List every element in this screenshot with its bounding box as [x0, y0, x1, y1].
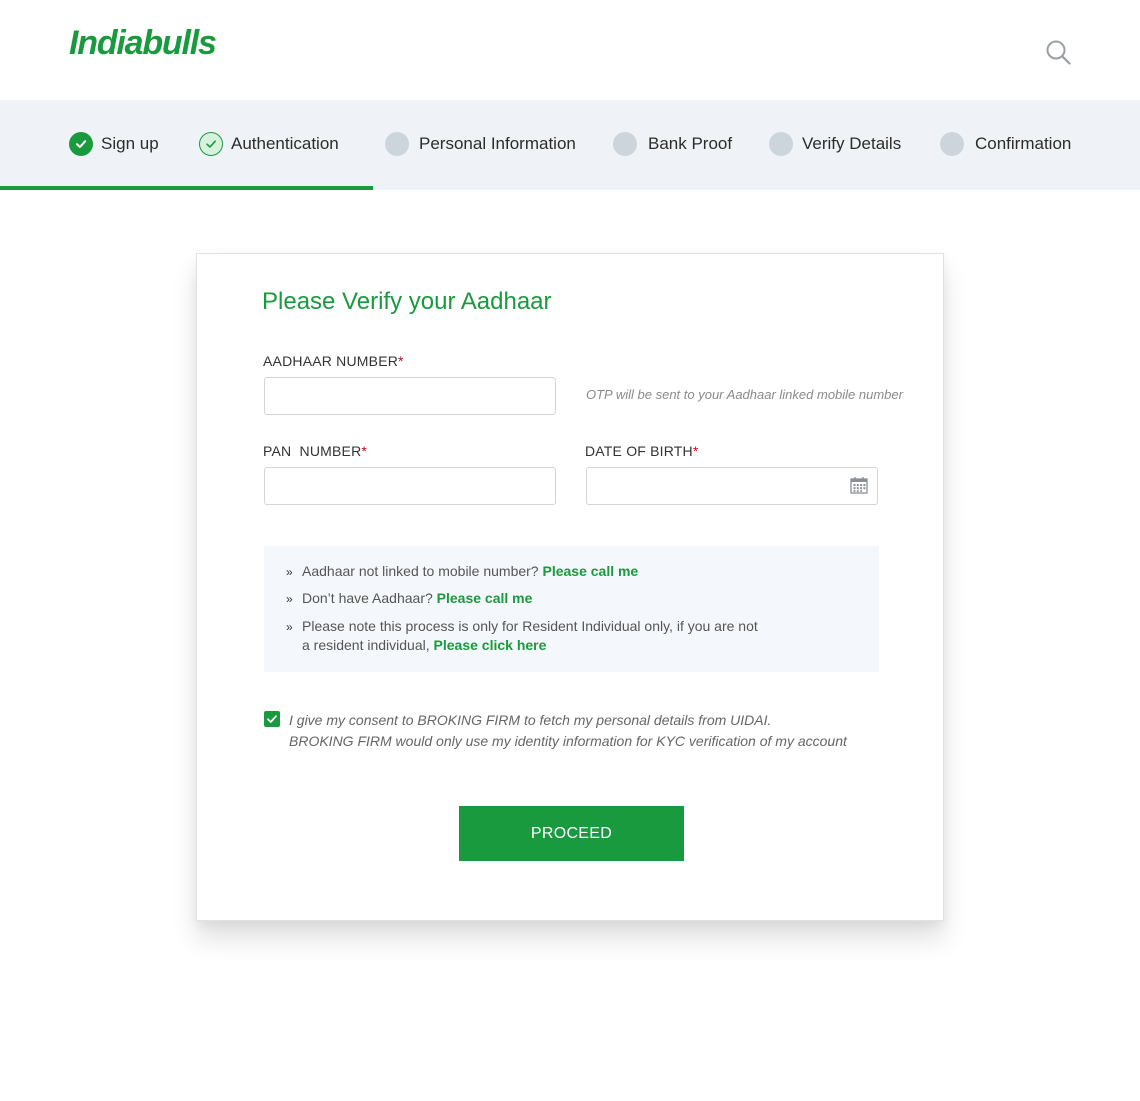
date-of-birth-input[interactable] [586, 467, 878, 505]
progress-fill [0, 186, 373, 190]
aadhaar-verify-card: Please Verify your Aadhaar AADHAAR NUMBE… [196, 253, 944, 921]
step-label: Verify Details [802, 134, 902, 153]
consent-line: BROKING FIRM would only use my identity … [289, 733, 847, 749]
pan-number-input[interactable] [264, 467, 556, 505]
step-label: Sign up [101, 134, 159, 153]
step-confirmation[interactable]: Confirmation [940, 132, 1071, 156]
please-call-me-link[interactable]: Please call me [437, 590, 533, 606]
please-click-here-link[interactable]: Please click here [434, 637, 547, 653]
step-label: Bank Proof [648, 134, 733, 153]
consent-checkbox[interactable] [264, 711, 280, 727]
step-label: Confirmation [975, 134, 1072, 153]
step-label: Authentication [231, 134, 339, 153]
progress-track [0, 186, 1140, 190]
info-row-not-linked: » Aadhaar not linked to mobile number? Pl… [286, 562, 638, 582]
step-pending-dot [769, 132, 793, 156]
step-pending-dot [613, 132, 637, 156]
step-label: Personal Information [419, 134, 576, 153]
pan-number-label: PAN NUMBER* [263, 443, 368, 459]
date-of-birth-label: DATE OF BIRTH* [585, 443, 699, 459]
otp-hint: OTP will be sent to your Aadhaar linked … [586, 387, 903, 402]
step-bank-proof[interactable]: Bank Proof [613, 132, 732, 156]
step-sign-up[interactable]: Sign up [69, 132, 159, 156]
double-chevron-icon: » [286, 565, 293, 579]
info-row-resident-note: » Please note this process is only for Re… [286, 617, 758, 637]
info-row-no-aadhaar: » Don’t have Aadhaar? Please call me [286, 589, 532, 609]
calendar-icon[interactable] [850, 476, 868, 494]
step-pending-dot [385, 132, 409, 156]
info-box: » Aadhaar not linked to mobile number? Pl… [264, 546, 879, 672]
required-mark: * [398, 353, 404, 369]
progress-stepper: Sign up Authentication Personal Informat… [0, 100, 1140, 190]
aadhaar-number-input[interactable] [264, 377, 556, 415]
double-chevron-icon: » [286, 592, 293, 606]
step-verify-details[interactable]: Verify Details [769, 132, 901, 156]
required-mark: * [692, 443, 699, 459]
page-title: Please Verify your Aadhaar [262, 288, 552, 315]
brand-logo[interactable]: Indiabulls [69, 24, 217, 63]
step-authentication[interactable]: Authentication [199, 132, 339, 156]
consent-line: I give my consent to BROKING FIRM to fet… [289, 712, 772, 728]
consent-text: I give my consent to BROKING FIRM to fet… [289, 710, 847, 752]
search-icon[interactable] [1044, 38, 1074, 68]
aadhaar-number-label: AADHAAR NUMBER* [263, 353, 404, 369]
please-call-me-link[interactable]: Please call me [542, 563, 638, 579]
step-personal-information[interactable]: Personal Information [385, 132, 576, 156]
header: Indiabulls [0, 0, 1140, 100]
required-mark: * [361, 443, 368, 459]
double-chevron-icon: » [286, 620, 293, 634]
step-pending-dot [940, 132, 964, 156]
proceed-button[interactable]: PROCEED [459, 806, 684, 861]
check-icon [199, 132, 223, 156]
check-icon [69, 132, 93, 156]
info-row-resident-note-cont: a resident individual, Please click here [302, 637, 547, 653]
